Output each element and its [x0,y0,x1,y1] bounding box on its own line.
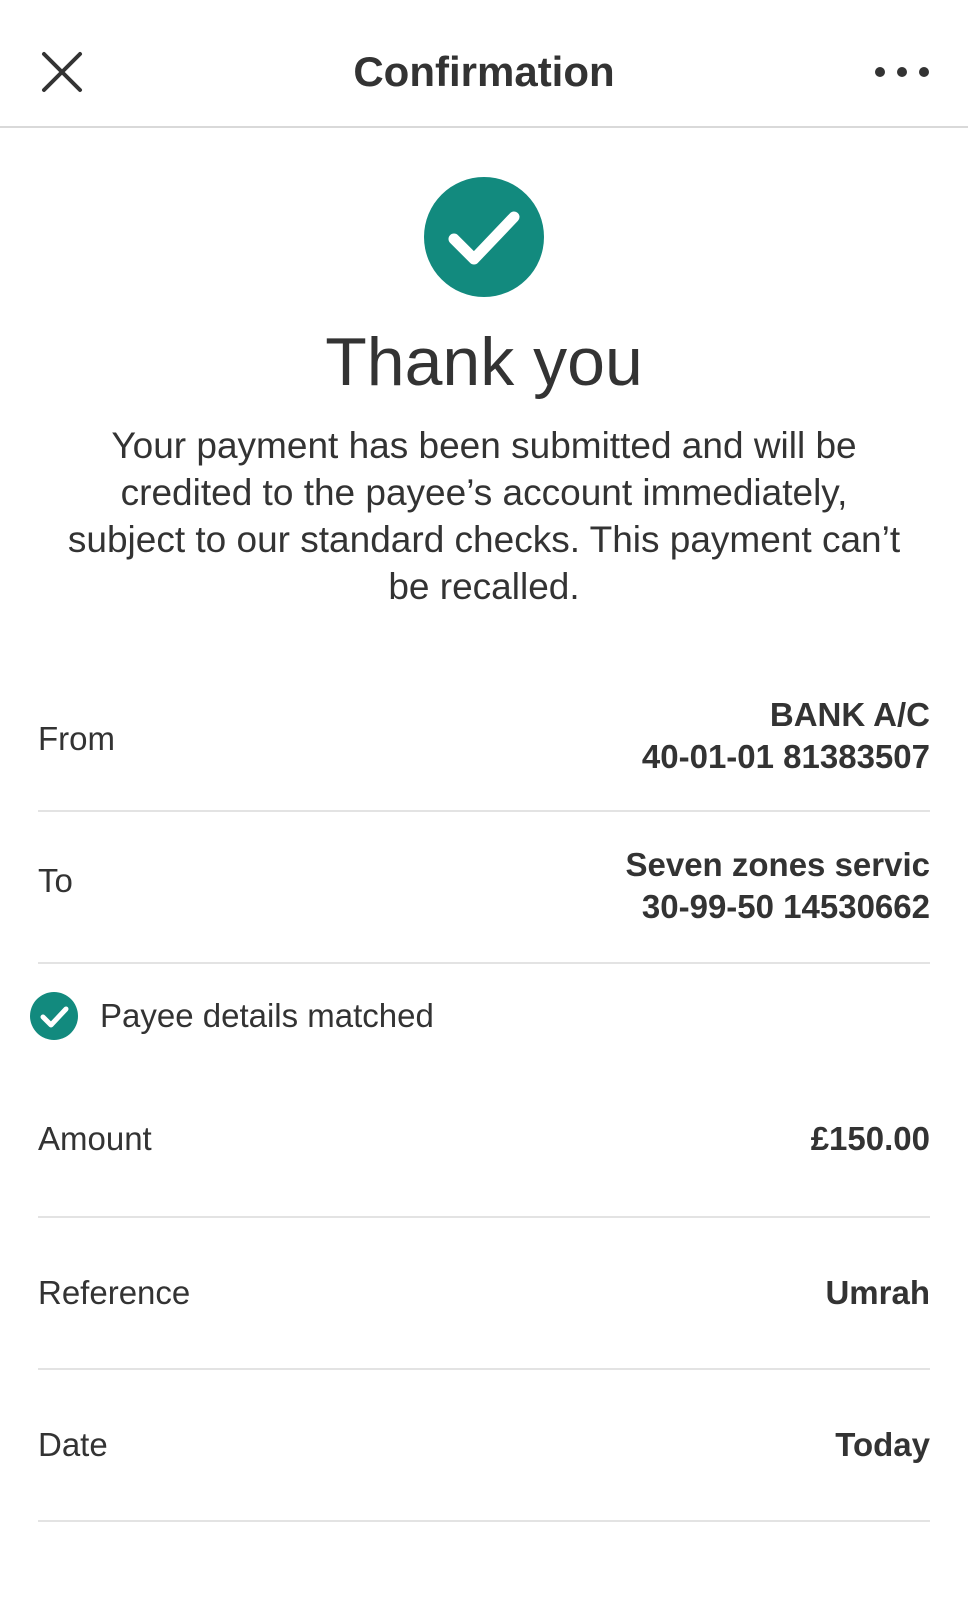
to-label: To [38,862,73,899]
to-value: Seven zones servic 30-99-50 14530662 [625,844,930,928]
payee-match-text: Payee details matched [100,997,434,1034]
date-row: Date Today [38,1370,930,1522]
from-value: BANK A/C 40-01-01 81383507 [642,694,930,778]
success-checkmark-icon [424,177,544,297]
more-options-icon [875,67,929,77]
from-label: From [38,720,115,757]
confirmation-message: Your payment has been submitted and will… [67,425,901,607]
amount-label: Amount [38,1120,152,1157]
success-heading: Thank you [325,324,643,400]
page-title: Confirmation [353,48,615,95]
payee-match-status: Payee details matched [30,992,434,1040]
top-bar: Confirmation [0,0,968,128]
from-account-name: BANK A/C [769,696,930,733]
reference-value: Umrah [825,1274,930,1311]
reference-label: Reference [38,1274,191,1311]
close-button[interactable] [38,48,86,96]
date-value: Today [835,1426,930,1463]
from-account-number: 40-01-01 81383507 [641,738,930,775]
checkmark-circle-icon [30,992,78,1040]
reference-row: Reference Umrah [38,1218,930,1370]
close-icon [42,52,82,92]
to-account-number: 30-99-50 14530662 [641,888,930,925]
to-payee-name: Seven zones servic [625,846,930,883]
to-row: To Seven zones servic 30-99-50 14530662 [38,812,930,964]
amount-row: Amount £150.00 [38,1058,930,1218]
more-options-button[interactable] [872,54,932,90]
date-label: Date [38,1426,108,1463]
amount-value: £150.00 [810,1120,930,1157]
from-row: From BANK A/C 40-01-01 81383507 [38,682,930,812]
